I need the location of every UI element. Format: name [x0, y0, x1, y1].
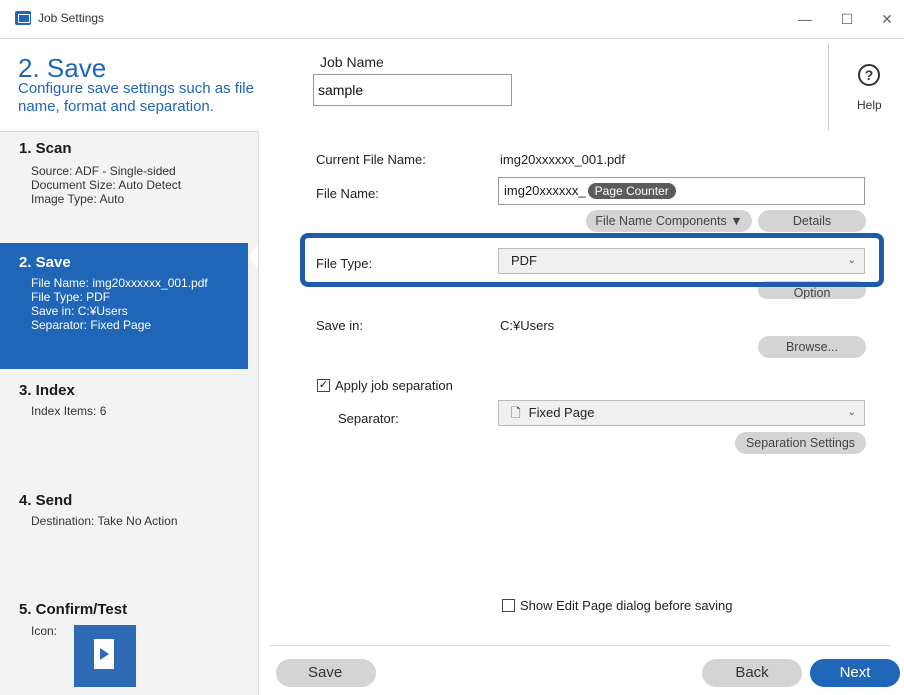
next-button[interactable]: Next [810, 659, 900, 687]
sidebar-item-detail: Separator: Fixed Page [31, 318, 152, 332]
sidebar-item-title: 1. Scan [19, 140, 72, 157]
file-name-field[interactable]: img20xxxxxx_ Page Counter [498, 177, 865, 205]
apply-job-separation-label[interactable]: Apply job separation [335, 378, 453, 393]
save-in-value: C:¥Users [500, 318, 555, 333]
app-icon [15, 11, 31, 25]
help-icon[interactable]: ? [858, 64, 880, 86]
sidebar-item-index[interactable]: 3. Index Index Items: 6 [0, 382, 258, 482]
sidebar-item-detail: Save in: C:¥Users [31, 304, 128, 318]
save-button[interactable]: Save [276, 659, 376, 687]
help-divider [828, 44, 829, 130]
minimize-button[interactable]: — [790, 6, 820, 32]
separator-select[interactable]: 🗋 Fixed Page ⌄ [498, 400, 865, 426]
show-edit-page-checkbox[interactable] [502, 599, 515, 612]
sidebar-item-detail: Index Items: 6 [31, 404, 107, 418]
current-file-name-value: img20xxxxxx_001.pdf [500, 152, 626, 167]
show-edit-page-label[interactable]: Show Edit Page dialog before saving [520, 598, 732, 613]
current-file-name-label: Current File Name: [316, 152, 426, 167]
file-name-prefix: img20xxxxxx_ [504, 183, 586, 198]
sidebar-item-detail: Icon: [31, 624, 58, 638]
separator-value: Fixed Page [528, 405, 595, 420]
job-icon[interactable] [74, 625, 136, 687]
sidebar-item-detail: File Type: PDF [31, 290, 111, 304]
sidebar-item-detail: Source: ADF - Single-sided [31, 164, 176, 178]
window-title: Job Settings [38, 11, 105, 25]
sidebar-item-title: 3. Index [19, 382, 75, 399]
save-in-label: Save in: [316, 318, 363, 333]
chevron-down-icon: ⌄ [847, 407, 856, 418]
maximize-button[interactable]: ☐ [832, 6, 862, 32]
file-name-components-button[interactable]: File Name Components ▼ [586, 210, 752, 232]
browse-button[interactable]: Browse... [758, 336, 866, 358]
file-name-label: File Name: [316, 186, 379, 201]
apply-job-separation-checkbox[interactable]: ✓ [317, 379, 330, 392]
page-counter-tag[interactable]: Page Counter [587, 183, 676, 199]
sidebar-item-detail: Destination: Take No Action [31, 514, 178, 528]
job-name-label: Job Name [320, 54, 384, 70]
job-name-input[interactable]: sample [313, 74, 512, 106]
back-button[interactable]: Back [702, 659, 802, 687]
details-button[interactable]: Details [758, 210, 866, 232]
page-description: Configure save settings such as file nam… [18, 80, 254, 115]
separation-settings-button[interactable]: Separation Settings [735, 432, 866, 454]
sidebar-item-title: 2. Save [19, 254, 71, 271]
sidebar-item-send[interactable]: 4. Send Destination: Take No Action [0, 492, 258, 592]
sidebar-item-title: 5. Confirm/Test [19, 601, 128, 618]
help-label[interactable]: Help [857, 98, 882, 112]
sidebar-item-save[interactable]: 2. Save File Name: img20xxxxxx_001.pdf F… [0, 243, 248, 369]
page-icon: 🗋 [511, 406, 521, 420]
sidebar-item-title: 4. Send [19, 492, 73, 509]
sidebar-item-detail: Image Type: Auto [31, 192, 125, 206]
footer-divider [270, 645, 890, 646]
sidebar-item-detail: Document Size: Auto Detect [31, 178, 182, 192]
separator-label: Separator: [338, 411, 399, 426]
sidebar-item-detail: File Name: img20xxxxxx_001.pdf [31, 276, 208, 290]
close-button[interactable]: ✕ [872, 6, 902, 32]
title-bar: Job Settings — ☐ ✕ [0, 0, 904, 38]
file-type-highlight [300, 233, 884, 287]
sidebar-item-scan[interactable]: 1. Scan Source: ADF - Single-sided Docum… [0, 140, 258, 240]
